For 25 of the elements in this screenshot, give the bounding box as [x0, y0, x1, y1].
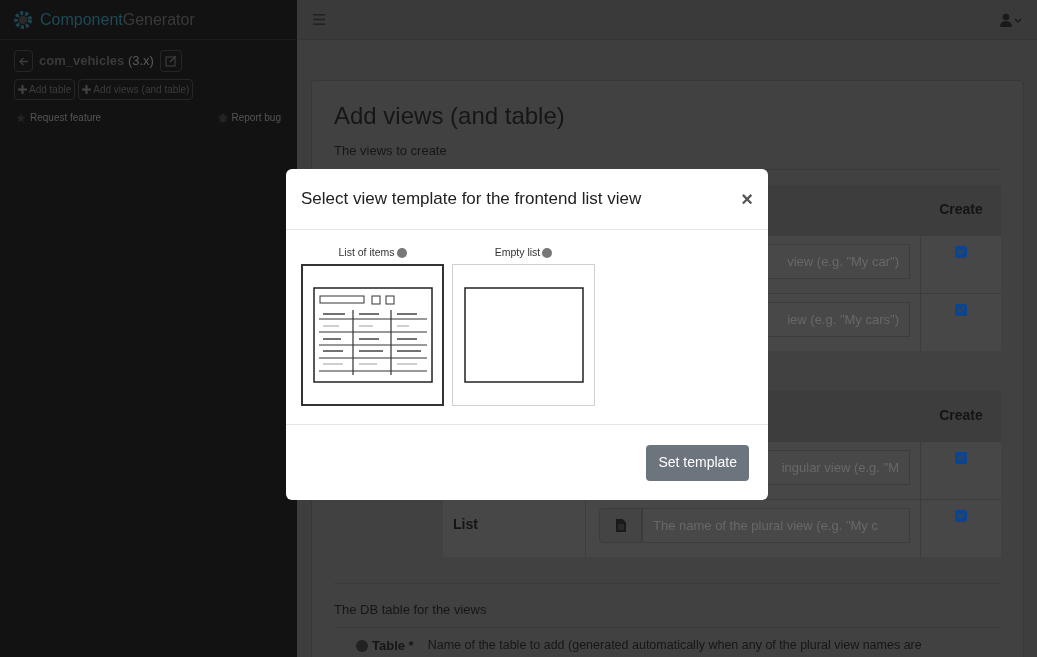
- back-arrow-icon: [18, 56, 29, 66]
- dialog-title: Select view template for the frontend list view: [301, 188, 642, 211]
- close-button[interactable]: ×: [741, 189, 753, 209]
- set-template-button[interactable]: Set template: [646, 444, 749, 481]
- template-label: Empty list: [494, 245, 553, 261]
- sidebar-link[interactable]: Request feature: [16, 110, 102, 125]
- help-icon: [356, 639, 368, 652]
- help-icon: [396, 247, 407, 258]
- document-icon: [615, 518, 626, 532]
- create-checkbox[interactable]: [955, 451, 967, 464]
- menu-icon[interactable]: [313, 14, 325, 25]
- gear-logo-icon: [12, 8, 34, 31]
- edit-button[interactable]: [159, 50, 182, 72]
- help-icon: [542, 247, 553, 258]
- create-checkbox[interactable]: [955, 245, 967, 258]
- plus-icon: [82, 85, 92, 94]
- template-option[interactable]: [301, 263, 444, 406]
- sidebar-link[interactable]: Report bug: [217, 110, 281, 125]
- template-label: List of items: [338, 245, 407, 261]
- plus-icon: [18, 85, 27, 94]
- create-checkbox[interactable]: [955, 303, 967, 316]
- back-button[interactable]: [14, 50, 33, 72]
- user-menu-icon[interactable]: [1000, 12, 1022, 27]
- create-checkbox[interactable]: [955, 509, 967, 522]
- edit-icon: [164, 55, 177, 67]
